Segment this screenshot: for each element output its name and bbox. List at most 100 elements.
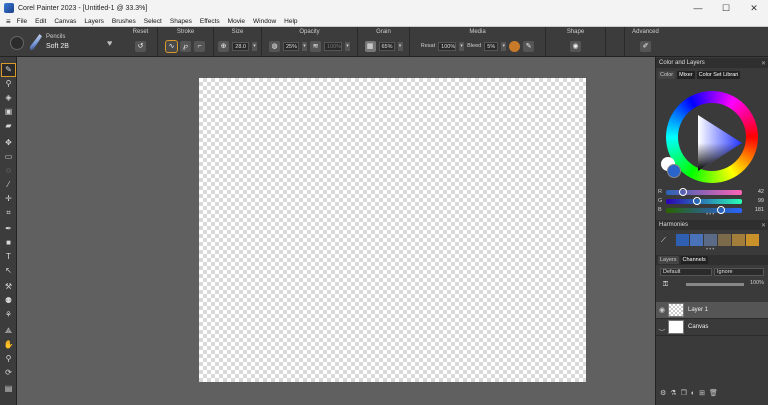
red-slider[interactable] — [666, 187, 742, 196]
text-tool-icon[interactable]: T — [2, 251, 15, 263]
harmony-swatch[interactable] — [676, 234, 689, 246]
opacity-dropdown[interactable]: ▾ — [302, 41, 307, 51]
favorite-heart-icon[interactable]: ♥ — [107, 38, 112, 48]
menu-window[interactable]: Window — [253, 18, 276, 25]
menu-movie[interactable]: Movie — [228, 18, 245, 25]
rotate-page-tool-icon[interactable]: ⟳ — [2, 367, 15, 379]
blender-tool-icon[interactable]: ⚘ — [2, 309, 15, 321]
green-slider[interactable] — [666, 196, 742, 205]
menu-file[interactable]: File — [17, 18, 27, 25]
menu-edit[interactable]: Edit — [35, 18, 46, 25]
menu-select[interactable]: Select — [144, 18, 162, 25]
grain-input[interactable]: 65% — [378, 41, 395, 51]
primary-color-swatch[interactable] — [667, 164, 681, 178]
saturation-value-triangle[interactable] — [698, 115, 742, 171]
harmony-swatch[interactable] — [704, 234, 717, 246]
dab-icon[interactable] — [509, 40, 521, 52]
dynamic-plugins-icon[interactable]: ⚗ — [670, 389, 676, 397]
new-layer-icon[interactable]: ⊞ — [699, 389, 705, 397]
selection-adjuster-tool-icon[interactable]: ✛ — [2, 193, 15, 205]
new-layer-group-icon[interactable]: ❐ — [681, 389, 687, 397]
bleed-dropdown[interactable]: ▾ — [501, 41, 507, 51]
layer-opacity-slider[interactable] — [686, 283, 744, 286]
composite-method-select[interactable]: Default — [660, 268, 712, 276]
delete-layer-icon[interactable]: 🗑 — [709, 389, 718, 397]
menu-shapes[interactable]: Shapes — [170, 18, 192, 25]
magnifier-tool-icon[interactable]: ⚲ — [2, 353, 15, 365]
bleed-input[interactable]: 5% — [484, 41, 499, 51]
rubber-stamp-tool-icon[interactable]: ⚉ — [2, 295, 15, 307]
hamburger-icon[interactable]: ≡ — [6, 17, 11, 26]
menu-help[interactable]: Help — [284, 18, 297, 25]
resat-dropdown[interactable]: ▾ — [459, 41, 465, 51]
harmony-swatch[interactable] — [732, 234, 745, 246]
layer-row-canvas[interactable]: ‿ Canvas — [656, 319, 768, 336]
grabber-tool-icon[interactable]: ✋ — [2, 339, 15, 351]
opacity-dropdown-2[interactable]: ▾ — [345, 41, 350, 51]
brush-library-icon[interactable] — [10, 36, 24, 50]
layer-row-layer-1[interactable]: ◉ Layer 1 — [656, 302, 768, 319]
blue-value[interactable]: 181 — [755, 207, 764, 213]
dropper-tool-icon[interactable]: ⚲ — [2, 78, 15, 90]
maximize-button[interactable]: ☐ — [712, 3, 740, 14]
menu-effects[interactable]: Effects — [200, 18, 220, 25]
close-button[interactable]: ✕ — [740, 3, 768, 14]
harmony-swatch[interactable] — [690, 234, 703, 246]
layer-opacity-value[interactable]: 100% — [750, 280, 764, 286]
opacity-expression-icon[interactable]: ≋ — [310, 40, 321, 52]
menu-brushes[interactable]: Brushes — [112, 18, 136, 25]
opacity-input-2[interactable]: 100% — [324, 41, 342, 51]
reset-brush-icon[interactable]: ↺ — [135, 40, 146, 52]
resat-input[interactable]: 100% — [438, 41, 457, 51]
mirror-tool-icon[interactable]: ⟁ — [2, 325, 15, 337]
tab-mixer[interactable]: Mixer — [677, 71, 695, 79]
magic-wand-tool-icon[interactable]: ⁄ — [2, 179, 15, 191]
rectangle-select-tool-icon[interactable]: ▭ — [2, 151, 15, 163]
panel-resize-handle[interactable]: ••• — [706, 212, 715, 218]
harmony-rule-icon[interactable]: ⟋ — [658, 235, 669, 246]
eraser-tool-icon[interactable]: ▰ — [2, 120, 15, 132]
image-tool-icon[interactable]: ▤ — [2, 383, 15, 395]
layer-mask-icon[interactable]: ◐ — [691, 390, 695, 397]
red-value[interactable]: 42 — [758, 189, 764, 195]
harmonies-close-icon[interactable]: ✕ — [761, 222, 766, 229]
straight-stroke-icon[interactable]: ⌐ — [194, 40, 205, 52]
document-canvas[interactable] — [199, 78, 586, 382]
harmony-swatch[interactable] — [746, 234, 759, 246]
brush-tool-icon[interactable]: ✎ — [1, 63, 16, 77]
menu-layers[interactable]: Layers — [84, 18, 104, 25]
lasso-stroke-icon[interactable]: ℘ — [180, 40, 191, 52]
paint-bucket-tool-icon[interactable]: ◈ — [2, 92, 15, 104]
size-input[interactable]: 28.0 — [232, 41, 249, 51]
minimize-button[interactable]: — — [684, 3, 712, 14]
layer-adjuster-tool-icon[interactable]: ✥ — [2, 137, 15, 149]
cloner-tool-icon[interactable]: ⚒ — [2, 281, 15, 293]
pen-tool-icon[interactable]: ✒ — [2, 223, 15, 235]
freehand-stroke-icon[interactable]: ∿ — [165, 39, 178, 53]
shape-tool-icon[interactable]: ■ — [2, 237, 15, 249]
eye-closed-icon[interactable]: ‿ — [656, 323, 668, 331]
shape-selection-tool-icon[interactable]: ↖ — [2, 265, 15, 277]
crop-tool-icon[interactable]: ⌗ — [2, 207, 15, 219]
tab-color[interactable]: Color — [658, 71, 676, 79]
tab-color-set-libraries[interactable]: Color Set Librari — [696, 71, 741, 79]
advanced-settings-icon[interactable]: ✐ — [640, 40, 651, 52]
grain-dropdown[interactable]: ▾ — [397, 41, 403, 51]
harmony-swatch[interactable] — [718, 234, 731, 246]
brush-shape-icon[interactable]: ◉ — [570, 40, 581, 52]
size-dropdown[interactable]: ▾ — [252, 41, 257, 51]
blue-slider[interactable] — [666, 205, 742, 214]
brush-selector[interactable]: Pencils Soft 2B ♥ — [4, 29, 122, 55]
green-value[interactable]: 99 — [758, 198, 764, 204]
composite-depth-select[interactable]: Ignore — [714, 268, 764, 276]
tab-channels[interactable]: Channels — [680, 256, 708, 264]
eye-icon[interactable]: ◉ — [656, 306, 668, 314]
paper-grain-icon[interactable]: ▦ — [364, 40, 376, 52]
lasso-tool-icon[interactable]: ◌ — [2, 165, 15, 177]
panel-close-icon[interactable]: ✕ — [761, 60, 766, 67]
lock-layer-icon[interactable]: ⚿ — [660, 279, 671, 290]
tab-layers[interactable]: Layers — [658, 256, 679, 264]
opacity-input[interactable]: 25% — [283, 41, 299, 51]
menu-canvas[interactable]: Canvas — [54, 18, 76, 25]
layer-commands-icon[interactable]: ⚙ — [660, 389, 666, 397]
